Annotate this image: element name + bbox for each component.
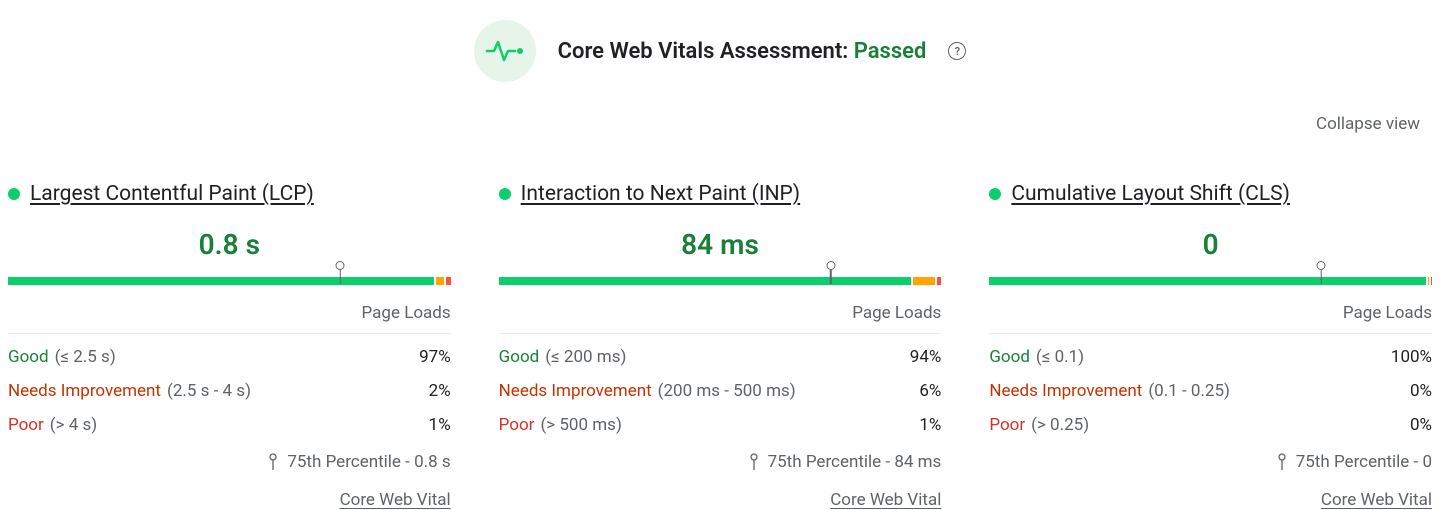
percentile-row: 75th Percentile - 0.8 s [8, 452, 451, 472]
metric-inp: Interaction to Next Paint (INP) 84 ms Pa… [499, 182, 942, 510]
bar-seg-ni [913, 277, 935, 285]
dist-label: Poor [499, 415, 535, 435]
page-loads-heading: Page Loads [499, 303, 942, 334]
percentile-marker-icon [826, 261, 835, 270]
percentile-label: 75th Percentile - 0 [1296, 452, 1432, 472]
dist-label: Poor [8, 415, 44, 435]
dist-row-poor: Poor (> 4 s) 1% [8, 408, 451, 442]
dist-row-good: Good (≤ 200 ms) 94% [499, 340, 942, 374]
dist-range: (≤ 0.1) [1036, 347, 1084, 367]
dist-value: 94% [910, 347, 942, 367]
percentile-label: 75th Percentile - 84 ms [768, 452, 942, 472]
metrics-grid: Largest Contentful Paint (LCP) 0.8 s Pag… [8, 182, 1432, 510]
dist-row-ni: Needs Improvement (200 ms - 500 ms) 6% [499, 374, 942, 408]
pin-icon [1276, 453, 1288, 471]
dist-range: (> 0.25) [1031, 415, 1089, 435]
percentile-row: 75th Percentile - 0 [989, 452, 1432, 472]
page-loads-heading: Page Loads [8, 303, 451, 334]
bar-seg-ni [436, 277, 445, 285]
dist-row-poor: Poor (> 500 ms) 1% [499, 408, 942, 442]
metric-title-link[interactable]: Cumulative Layout Shift (CLS) [1011, 182, 1290, 206]
dist-value: 6% [919, 381, 941, 401]
percentile-row: 75th Percentile - 84 ms [499, 452, 942, 472]
dist-range: (≤ 2.5 s) [55, 347, 116, 367]
help-icon[interactable]: ? [948, 42, 966, 60]
distribution-bar [989, 267, 1432, 285]
percentile-marker-icon [1317, 261, 1326, 270]
bar-seg-good [499, 277, 911, 285]
percentile-marker-icon [336, 261, 345, 270]
dist-range: (200 ms - 500 ms) [658, 381, 796, 401]
status-dot-good [499, 188, 511, 200]
dist-value: 2% [429, 381, 451, 401]
pulse-icon [474, 20, 536, 82]
dist-range: (2.5 s - 4 s) [167, 381, 251, 401]
assessment-title: Core Web Vitals Assessment: Passed [558, 39, 927, 64]
dist-row-ni: Needs Improvement (2.5 s - 4 s) 2% [8, 374, 451, 408]
metric-cls: Cumulative Layout Shift (CLS) 0 Page Loa… [989, 182, 1432, 510]
assessment-title-prefix: Core Web Vitals Assessment: [558, 39, 854, 64]
dist-range: (> 500 ms) [540, 415, 621, 435]
dist-row-good: Good (≤ 0.1) 100% [989, 340, 1432, 374]
dist-value: 100% [1391, 347, 1432, 367]
dist-label: Needs Improvement [499, 381, 652, 401]
metric-title-link[interactable]: Interaction to Next Paint (INP) [521, 182, 800, 206]
metric-lcp: Largest Contentful Paint (LCP) 0.8 s Pag… [8, 182, 451, 510]
bar-seg-poor [1431, 277, 1432, 285]
percentile-label: 75th Percentile - 0.8 s [287, 452, 450, 472]
dist-value: 1% [429, 415, 451, 435]
dist-label: Needs Improvement [989, 381, 1142, 401]
dist-range: (0.1 - 0.25) [1148, 381, 1230, 401]
dist-label: Good [8, 347, 49, 367]
dist-label: Needs Improvement [8, 381, 161, 401]
distribution-bar [499, 267, 942, 285]
status-dot-good [989, 188, 1001, 200]
dist-range: (≤ 200 ms) [545, 347, 626, 367]
page-loads-heading: Page Loads [989, 303, 1432, 334]
collapse-view-link[interactable]: Collapse view [1316, 114, 1420, 134]
dist-row-good: Good (≤ 2.5 s) 97% [8, 340, 451, 374]
status-dot-good [8, 188, 20, 200]
dist-value: 1% [919, 415, 941, 435]
core-web-vital-link[interactable]: Core Web Vital [340, 490, 451, 510]
assessment-header: Core Web Vitals Assessment: Passed ? [8, 20, 1432, 82]
distribution-bar [8, 267, 451, 285]
dist-value: 97% [419, 347, 451, 367]
metric-value: 84 ms [681, 228, 759, 261]
core-web-vital-link[interactable]: Core Web Vital [830, 490, 941, 510]
bar-seg-ni [1428, 277, 1429, 285]
dist-value: 0% [1410, 381, 1432, 401]
metric-value: 0.8 s [199, 228, 260, 261]
dist-value: 0% [1410, 415, 1432, 435]
dist-range: (> 4 s) [50, 415, 97, 435]
bar-seg-poor [937, 277, 941, 285]
bar-seg-good [8, 277, 434, 285]
bar-seg-poor [446, 277, 450, 285]
dist-label: Good [989, 347, 1030, 367]
bar-seg-good [989, 277, 1426, 285]
core-web-vital-link[interactable]: Core Web Vital [1321, 490, 1432, 510]
dist-row-poor: Poor (> 0.25) 0% [989, 408, 1432, 442]
pin-icon [748, 453, 760, 471]
metric-value: 0 [1203, 228, 1219, 261]
dist-label: Good [499, 347, 540, 367]
assessment-status: Passed [854, 39, 927, 64]
pin-icon [267, 453, 279, 471]
dist-label: Poor [989, 415, 1025, 435]
metric-title-link[interactable]: Largest Contentful Paint (LCP) [30, 182, 314, 206]
dist-row-ni: Needs Improvement (0.1 - 0.25) 0% [989, 374, 1432, 408]
